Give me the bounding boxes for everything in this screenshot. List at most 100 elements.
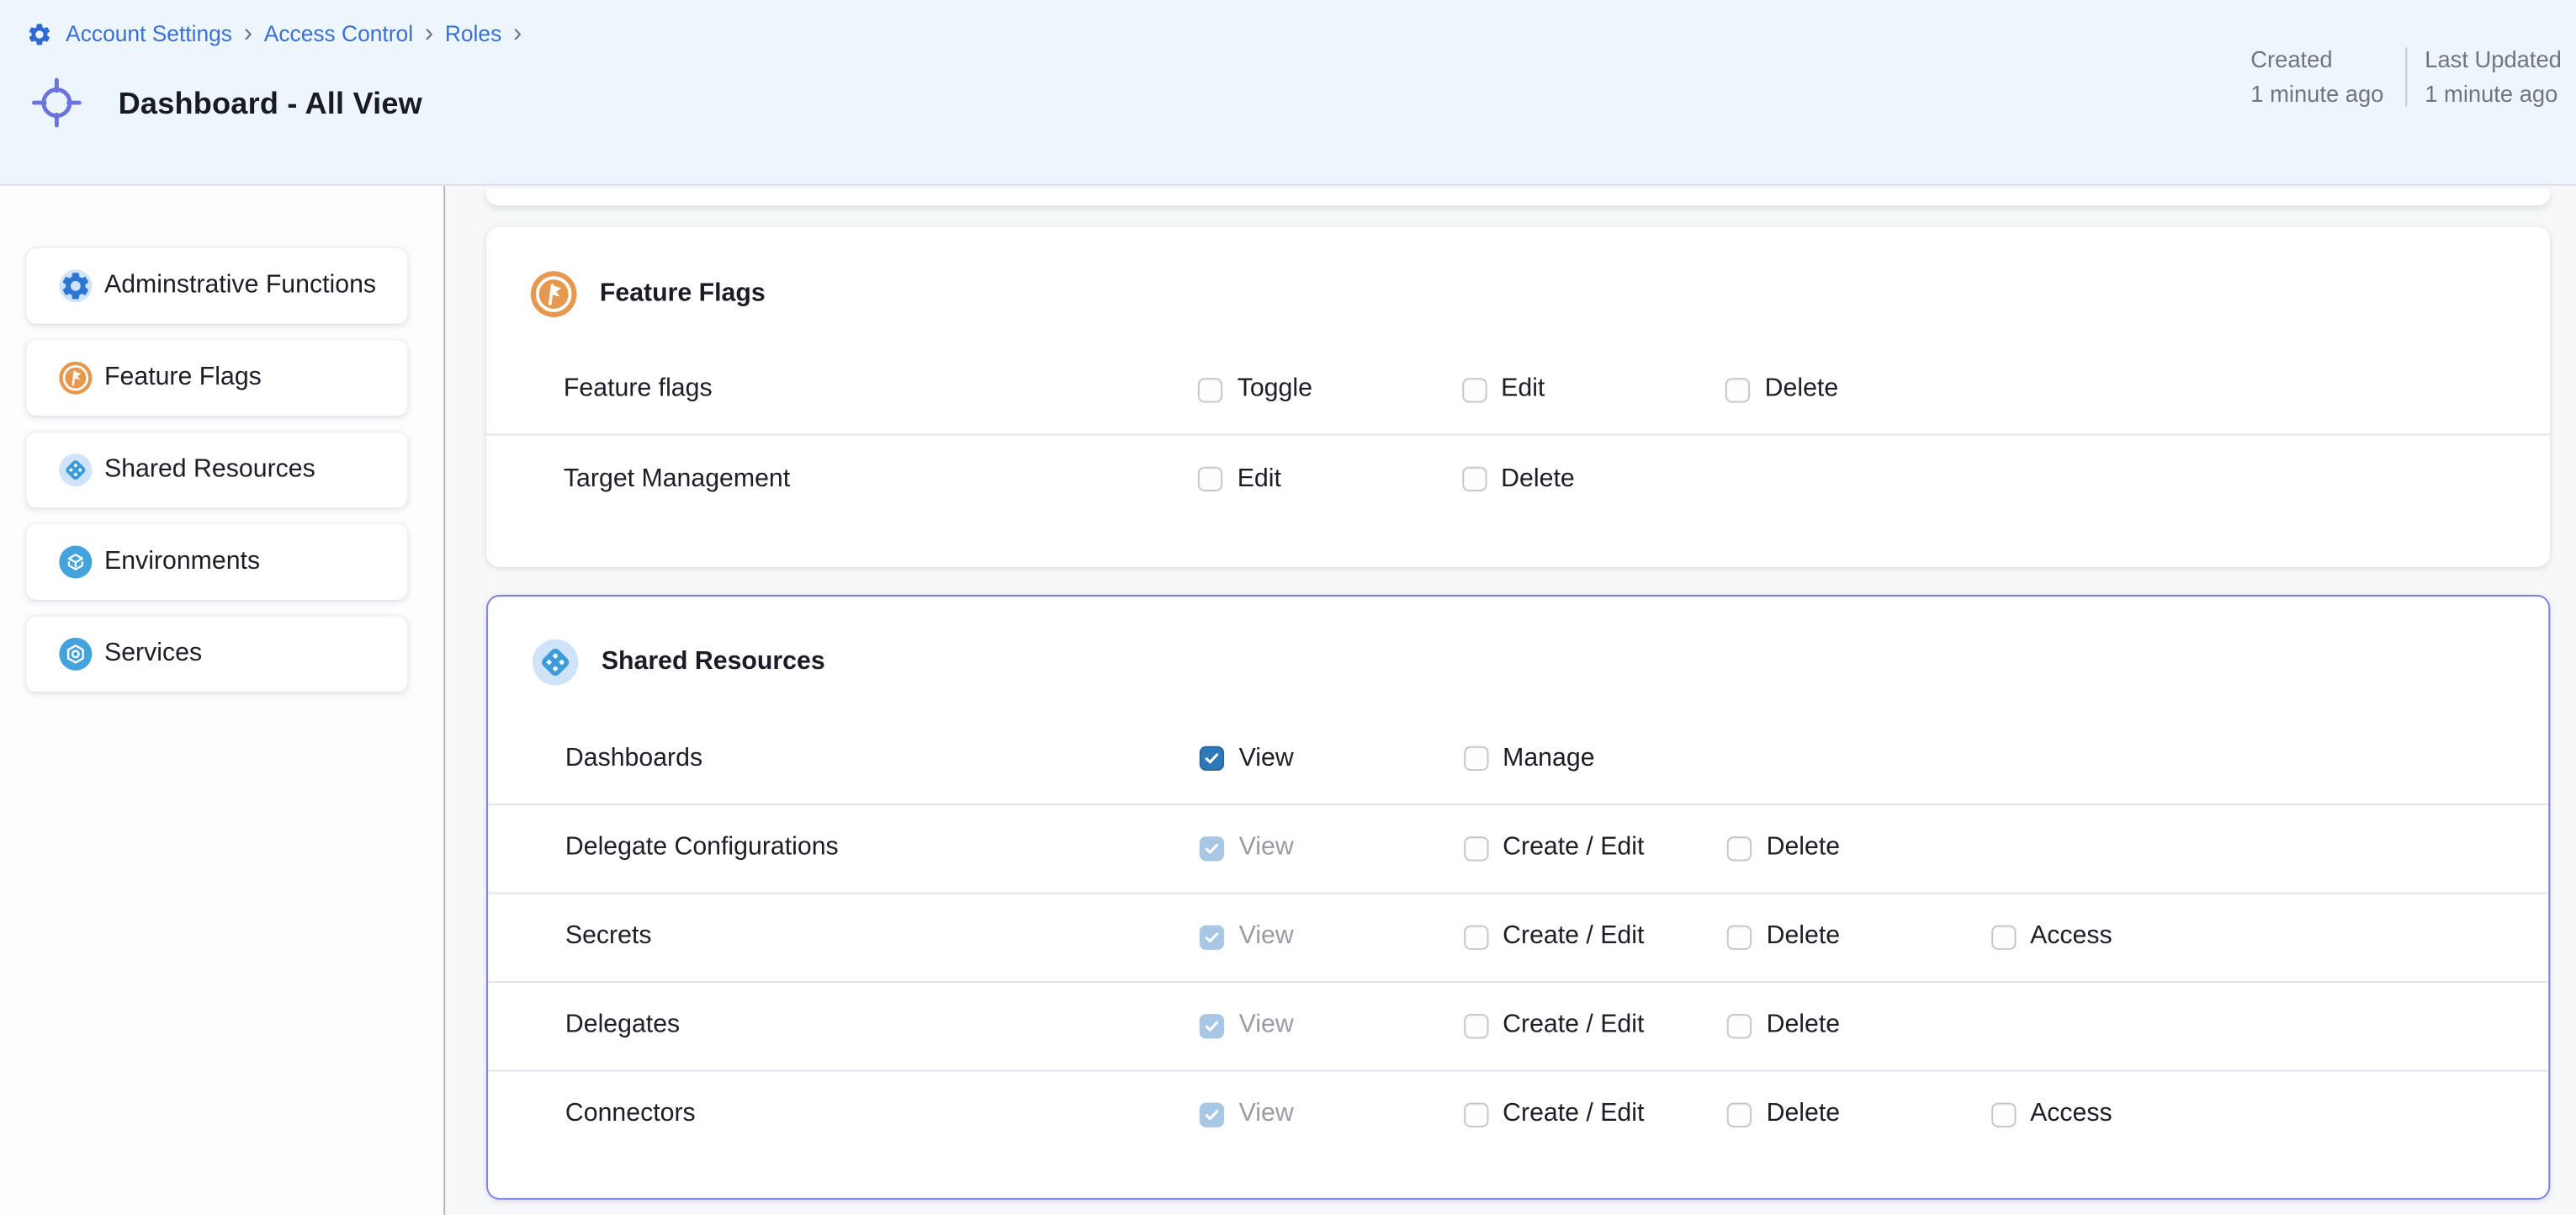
permission-cell-view: View xyxy=(1200,1100,1463,1129)
permission-label: View xyxy=(1239,833,1294,862)
permission-label: Create / Edit xyxy=(1503,922,1644,952)
sidebar-item-label: Services xyxy=(104,639,202,668)
permission-label: Create / Edit xyxy=(1503,833,1644,862)
checkbox-create-edit[interactable] xyxy=(1463,925,1487,949)
permission-cell-delete: Delete xyxy=(1727,1011,1990,1040)
checkbox-view xyxy=(1200,925,1224,949)
permission-label: Delete xyxy=(1767,833,1841,862)
permission-cell-create-edit: Create / Edit xyxy=(1463,922,1726,952)
checkbox-view xyxy=(1200,1013,1224,1037)
permission-cell-access: Access xyxy=(1990,1100,2254,1129)
checkbox-access[interactable] xyxy=(1990,1102,2015,1127)
sidebar-item-feature-flags[interactable]: Feature Flags xyxy=(26,339,407,416)
resource-label: Feature flags xyxy=(564,374,1198,404)
meta-label: Created xyxy=(2250,45,2383,76)
checkbox-access[interactable] xyxy=(1990,925,2015,949)
permission-cell-create-edit: Create / Edit xyxy=(1463,1011,1726,1040)
checkbox-create-edit[interactable] xyxy=(1463,1013,1487,1037)
resource-label: Secrets xyxy=(565,922,1200,952)
sidebar-item-services[interactable]: Services xyxy=(26,615,407,692)
permission-label: Access xyxy=(2030,922,2112,952)
checkbox-create-edit[interactable] xyxy=(1463,1102,1487,1127)
permission-row-dashboards: DashboardsViewManage xyxy=(488,714,2548,803)
permission-label: Manage xyxy=(1503,744,1594,773)
permission-cell-toggle: Toggle xyxy=(1198,374,1461,404)
meta-info: Created1 minute agoLast Updated1 minute … xyxy=(2250,45,2562,110)
breadcrumb: Account Settings › Access Control › Roles › xyxy=(26,18,523,49)
chevron-right-icon: › xyxy=(242,20,254,46)
permission-row-delegates: DelegatesViewCreate / EditDelete xyxy=(488,980,2548,1069)
meta-label: Last Updated xyxy=(2425,45,2562,76)
permission-rows: Feature flagsToggleEditDeleteTarget Mana… xyxy=(486,345,2550,523)
scrolled-card-remnant xyxy=(486,188,2550,206)
sidebar-item-adminstrative-functions[interactable]: Adminstrative Functions xyxy=(26,247,407,324)
checkbox-manage[interactable] xyxy=(1463,746,1487,771)
permission-cell-create-edit: Create / Edit xyxy=(1463,833,1726,862)
resource-label: Target Management xyxy=(564,464,1198,494)
permission-label: Create / Edit xyxy=(1503,1011,1644,1040)
meta-value: 1 minute ago xyxy=(2250,79,2383,110)
checkbox-delete[interactable] xyxy=(1727,836,1752,860)
checkbox-delete[interactable] xyxy=(1725,377,1750,401)
resource-label: Connectors xyxy=(565,1100,1200,1129)
sidebar-item-environments[interactable]: Environments xyxy=(26,523,407,600)
page-title: Dashboard - All View xyxy=(119,85,422,121)
meta-divider xyxy=(2405,48,2407,107)
role-permissions-page: Account Settings › Access Control › Roles › D… xyxy=(0,0,2576,1215)
checkbox-create-edit[interactable] xyxy=(1463,836,1487,860)
breadcrumb-link-roles[interactable]: Roles xyxy=(445,18,501,49)
checkbox-view xyxy=(1200,836,1224,860)
sidebar-item-label: Feature Flags xyxy=(104,363,262,392)
permission-label: View xyxy=(1239,922,1294,952)
permission-cell-edit: Edit xyxy=(1461,374,1725,404)
permission-cell-create-edit: Create / Edit xyxy=(1463,1100,1726,1129)
permission-label: Toggle xyxy=(1238,374,1312,404)
permission-label: Delete xyxy=(1767,1011,1841,1040)
permission-row-delegate-configurations: Delegate ConfigurationsViewCreate / Edit… xyxy=(488,803,2548,891)
section-card-feature-flags: Feature FlagsFeature flagsToggleEditDele… xyxy=(486,227,2550,566)
permission-label: View xyxy=(1239,744,1294,773)
shared-resources-icon xyxy=(59,454,92,486)
services-icon xyxy=(59,637,92,670)
sidebar-item-label: Adminstrative Functions xyxy=(104,271,376,300)
permissions-panel: Feature FlagsFeature flagsToggleEditDele… xyxy=(445,186,2576,1215)
permission-cell-delete: Delete xyxy=(1727,833,1990,862)
section-title: Feature Flags xyxy=(600,279,766,308)
chevron-right-icon: › xyxy=(423,20,435,46)
checkbox-delete[interactable] xyxy=(1727,925,1752,949)
section-header-feature-flags: Feature Flags xyxy=(486,227,2550,316)
permission-label: Delete xyxy=(1767,922,1841,952)
permission-row-feature-flags: Feature flagsToggleEditDelete xyxy=(486,345,2550,433)
checkbox-view xyxy=(1200,1102,1224,1127)
permission-label: Access xyxy=(2030,1100,2112,1129)
permission-label: Delete xyxy=(1767,1100,1841,1129)
flag-icon xyxy=(531,270,577,316)
checkbox-view[interactable] xyxy=(1200,746,1224,771)
section-cards: Feature FlagsFeature flagsToggleEditDele… xyxy=(445,227,2576,1200)
chevron-right-icon: › xyxy=(511,20,523,46)
permission-row-secrets: Secrets View Create / Edit Delete Access xyxy=(488,892,2548,980)
permission-label: Create / Edit xyxy=(1503,1100,1644,1129)
checkbox-delete[interactable] xyxy=(1727,1013,1752,1037)
sidebar-item-label: Environments xyxy=(104,547,260,576)
checkbox-edit[interactable] xyxy=(1461,377,1486,401)
checkbox-toggle[interactable] xyxy=(1198,377,1222,401)
resource-label: Delegates xyxy=(565,1011,1200,1040)
permission-rows: DashboardsViewManageDelegate Configurati… xyxy=(488,714,2548,1158)
permission-cell-edit: Edit xyxy=(1198,464,1461,494)
app-body: Adminstrative Functions Feature Flags Shar… xyxy=(0,186,2576,1215)
flag-icon xyxy=(59,361,92,394)
checkbox-delete[interactable] xyxy=(1461,467,1486,491)
title-row: Dashboard - All View xyxy=(29,76,422,130)
sidebar-item-shared-resources[interactable]: Shared Resources xyxy=(26,432,407,508)
checkbox-delete[interactable] xyxy=(1727,1102,1752,1127)
shared-resources-icon xyxy=(533,639,579,686)
meta-value: 1 minute ago xyxy=(2425,79,2562,110)
breadcrumb-link-account-settings[interactable]: Account Settings xyxy=(66,18,232,49)
breadcrumb-link-access-control[interactable]: Access Control xyxy=(264,18,413,49)
permission-cell-manage: Manage xyxy=(1463,744,1726,773)
resource-categories-sidebar: Adminstrative Functions Feature Flags Shar… xyxy=(0,186,445,1215)
permission-cell-delete: Delete xyxy=(1461,464,1725,494)
section-card-shared-resources: Shared ResourcesDashboardsViewManageDele… xyxy=(486,594,2550,1200)
checkbox-edit[interactable] xyxy=(1198,467,1222,491)
